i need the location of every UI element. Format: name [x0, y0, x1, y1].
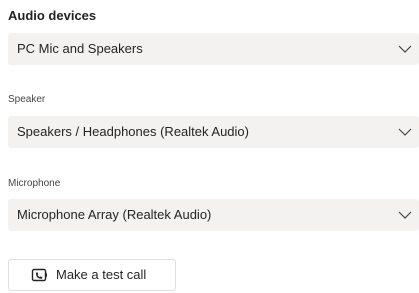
microphone-dropdown[interactable]: Microphone Array (Realtek Audio) — [8, 199, 419, 231]
chevron-down-icon — [398, 45, 412, 53]
speaker-label: Speaker — [8, 94, 46, 105]
audio-device-dropdown[interactable]: PC Mic and Speakers — [8, 33, 419, 65]
make-test-call-button[interactable]: Make a test call — [8, 259, 176, 291]
microphone-value: Microphone Array (Realtek Audio) — [17, 207, 212, 222]
call-test-icon — [31, 268, 48, 282]
chevron-down-icon — [398, 128, 412, 136]
make-test-call-label: Make a test call — [56, 267, 147, 282]
chevron-down-icon — [398, 211, 412, 219]
audio-device-value: PC Mic and Speakers — [17, 41, 143, 56]
audio-devices-title: Audio devices — [8, 8, 97, 23]
speaker-dropdown[interactable]: Speakers / Headphones (Realtek Audio) — [8, 116, 419, 148]
microphone-label: Microphone — [8, 178, 61, 189]
speaker-value: Speakers / Headphones (Realtek Audio) — [17, 124, 249, 139]
